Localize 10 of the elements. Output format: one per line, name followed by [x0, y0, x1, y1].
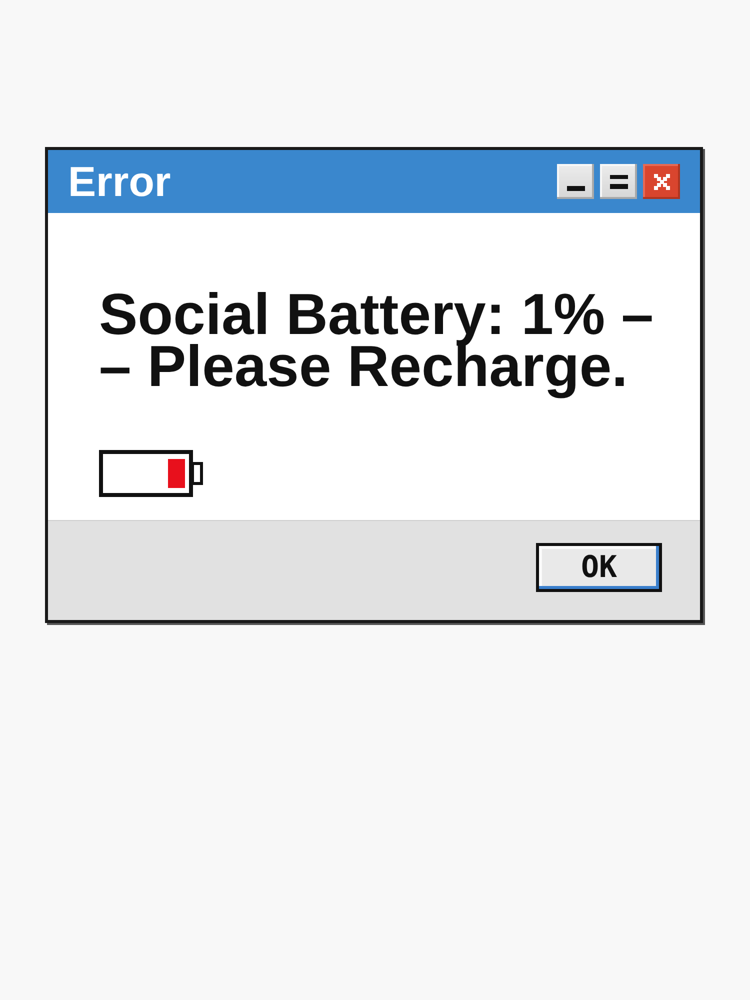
window-title: Error — [68, 158, 171, 206]
minimize-button[interactable] — [557, 164, 594, 199]
ok-button[interactable]: OK — [536, 543, 662, 592]
maximize-icon — [610, 174, 628, 188]
maximize-button[interactable] — [600, 164, 637, 199]
low-battery-icon — [99, 450, 205, 497]
close-button[interactable] — [643, 164, 680, 199]
minimize-icon — [566, 186, 584, 191]
close-icon — [654, 174, 670, 190]
error-message: Social Battery: 1% – – Please Recharge. — [99, 283, 654, 401]
